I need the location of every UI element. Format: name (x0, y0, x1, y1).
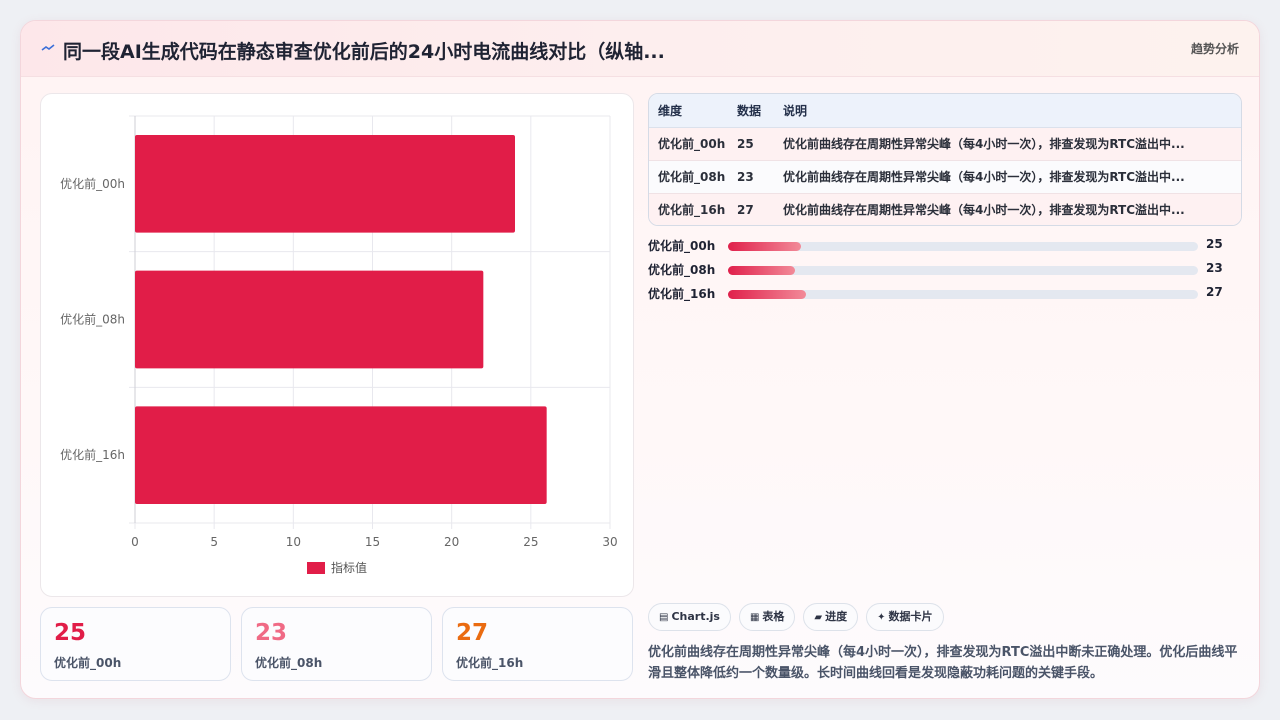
bar (135, 406, 547, 505)
table-cell: 27 (737, 193, 783, 225)
column-header: 说明 (783, 94, 1241, 128)
bar (135, 270, 484, 369)
progress-track (728, 242, 1198, 251)
legend-label: 指标值 (331, 560, 367, 575)
progress-label: 优化前_00h (648, 239, 716, 253)
header-bar: 同一段AI生成代码在静态审查优化前后的24小时电流曲线对比（纵轴... 趋势分析 (21, 21, 1259, 77)
table-row: 优化前_00h 25 优化前曲线存在周期性异常尖峰（每4小时一次），排查发现为R… (649, 127, 1241, 161)
pulse-icon (41, 44, 55, 51)
table-header-row: 维度 数据 说明 (649, 94, 1241, 128)
progress-icon: ▰ (814, 612, 823, 623)
table-cell: 优化前_08h (649, 160, 737, 194)
progress-track (728, 266, 1198, 275)
x-tick-label: 10 (286, 535, 301, 549)
column-header: 数据 (737, 94, 783, 128)
stat-value: 23 (255, 620, 288, 646)
progress-label: 优化前_16h (648, 287, 716, 301)
tag-progress[interactable]: ▰ 进度 (803, 603, 859, 631)
stat-value: 27 (456, 620, 489, 646)
progress-track (728, 290, 1198, 299)
description-text: 优化前曲线存在周期性异常尖峰（每4小时一次），排查发现为RTC溢出中断未正确处理… (648, 645, 1238, 681)
progress-row-00h: 优化前_00h 25 (648, 237, 1242, 253)
progress-label: 优化前_08h (648, 263, 716, 277)
table-cell: 优化前曲线存在周期性异常尖峰（每4小时一次），排查发现为RTC溢出中... (783, 160, 1241, 194)
tag-label: Chart.js (671, 610, 720, 623)
table-cell: 23 (737, 160, 783, 194)
tag-chartjs[interactable]: ▤ Chart.js (648, 603, 731, 631)
stat-label: 优化前_16h (456, 656, 524, 670)
dashboard-card: 同一段AI生成代码在静态审查优化前后的24小时电流曲线对比（纵轴... 趋势分析… (20, 20, 1260, 699)
tag-label: 数据卡片 (888, 610, 933, 623)
stat-label: 优化前_08h (255, 656, 323, 670)
table-icon: ▦ (749, 612, 760, 623)
x-tick-label: 0 (131, 535, 139, 549)
card-icon: ✦ (877, 612, 886, 623)
bar-chart: 0 5 10 15 20 25 30 优化前_00h 优化前_08h 优化前_16h 指标值 (60, 115, 618, 575)
table-cell: 25 (737, 127, 783, 161)
table-cell: 优化前曲线存在周期性异常尖峰（每4小时一次），排查发现为RTC溢出中... (783, 127, 1241, 161)
progress-row-16h: 优化前_16h 27 (648, 285, 1242, 301)
table-cell: 优化前_00h (649, 127, 737, 161)
progress-value: 23 (1206, 261, 1223, 275)
progress-fill (728, 266, 795, 275)
table-row: 优化前_08h 23 优化前曲线存在周期性异常尖峰（每4小时一次），排查发现为R… (649, 160, 1241, 194)
y-tick-label: 优化前_08h (60, 312, 125, 327)
legend-swatch (307, 562, 325, 574)
progress-fill (728, 242, 801, 251)
page-title: 同一段AI生成代码在静态审查优化前后的24小时电流曲线对比（纵轴... (63, 41, 665, 63)
y-tick-label: 优化前_00h (60, 176, 125, 191)
tag-label: 进度 (825, 610, 848, 623)
bar (135, 134, 515, 233)
progress-row-08h: 优化前_08h 23 (648, 261, 1242, 277)
x-tick-label: 20 (444, 535, 459, 549)
trend-analysis-link[interactable]: 趋势分析 (1191, 40, 1239, 57)
bar-chart-panel: 0 5 10 15 20 25 30 优化前_00h 优化前_08h 优化前_16h 指标值 (40, 93, 634, 597)
data-table: 维度 数据 说明 优化前_00h 25 优化前曲线存在周期性异常尖峰（每4小时一… (648, 93, 1242, 226)
stat-label: 优化前_00h (54, 656, 122, 670)
stat-card-00h: 25 优化前_00h (40, 607, 231, 681)
x-tick-label: 15 (365, 535, 380, 549)
table-cell: 优化前_16h (649, 193, 737, 225)
tag-label: 表格 (762, 610, 785, 623)
progress-value: 27 (1206, 285, 1223, 299)
table-row: 优化前_16h 27 优化前曲线存在周期性异常尖峰（每4小时一次），排查发现为R… (649, 193, 1241, 225)
stat-card-16h: 27 优化前_16h (442, 607, 633, 681)
table-cell: 优化前曲线存在周期性异常尖峰（每4小时一次），排查发现为RTC溢出中... (783, 193, 1241, 225)
stat-card-08h: 23 优化前_08h (241, 607, 432, 681)
column-header: 维度 (649, 94, 737, 128)
chart-icon: ▤ (659, 612, 669, 623)
feature-tags: ▤ Chart.js ▦ 表格 ▰ 进度 ✦ 数据卡片 (648, 603, 952, 631)
progress-fill (728, 290, 807, 299)
progress-value: 25 (1206, 237, 1223, 251)
tag-table[interactable]: ▦ 表格 (738, 603, 796, 631)
x-tick-label: 5 (210, 535, 218, 549)
tag-data-card[interactable]: ✦ 数据卡片 (866, 603, 944, 631)
stat-value: 25 (54, 620, 87, 646)
y-tick-label: 优化前_16h (60, 447, 125, 462)
x-tick-label: 25 (523, 535, 538, 549)
x-tick-label: 30 (602, 535, 617, 549)
